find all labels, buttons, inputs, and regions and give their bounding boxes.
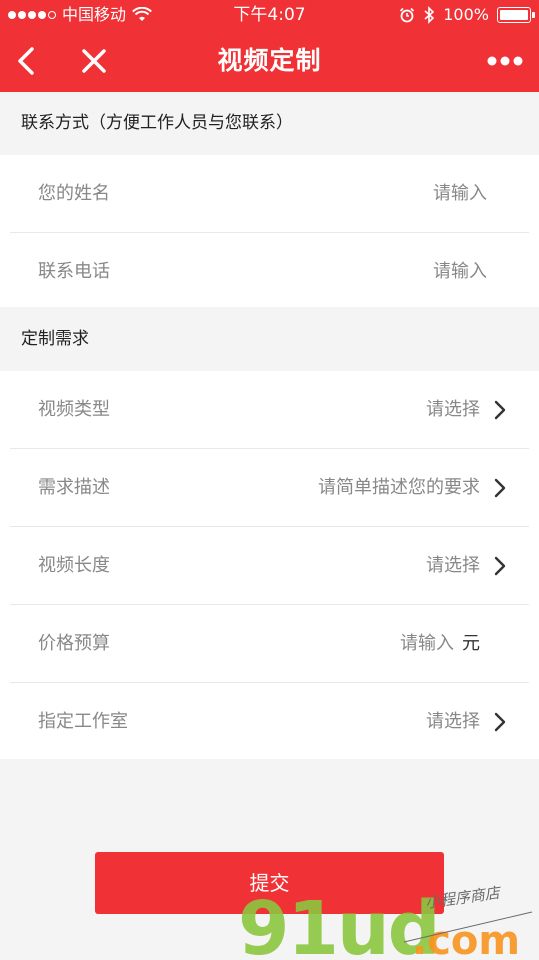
more-icon[interactable] [487,52,523,70]
requirement-description-label: 需求描述 [38,477,110,498]
name-field[interactable]: 您的姓名 请输入 [10,155,529,233]
video-type-select[interactable]: 请选择 [426,371,480,448]
battery-percent: 100% [443,5,489,24]
requirement-description-input[interactable]: 请简单描述您的要求 [318,449,480,526]
studio-field[interactable]: 指定工作室 请选择 [10,683,529,761]
budget-label: 价格预算 [38,633,110,654]
contact-form-group: 您的姓名 请输入 联系电话 请输入 [0,155,539,307]
budget-unit: 元 [462,633,480,654]
phone-input[interactable]: 请输入 [433,233,487,310]
studio-select[interactable]: 请选择 [426,683,480,760]
battery-icon [497,7,535,23]
requirement-section-title: 定制需求 [0,307,539,371]
chevron-right-icon [494,712,506,732]
app-header: 中国移动 下午4:07 100% 视频定制 [0,0,539,92]
page-title: 视频定制 [217,46,322,75]
status-right: 100% [399,0,535,30]
name-label: 您的姓名 [38,183,110,204]
contact-section-title: 联系方式（方便工作人员与您联系） [0,92,539,155]
requirement-description-field[interactable]: 需求描述 请简单描述您的要求 [10,449,529,527]
phone-label: 联系电话 [38,261,110,282]
video-length-field[interactable]: 视频长度 请选择 [10,527,529,605]
svg-text:91ud: 91ud [238,886,439,960]
budget-field[interactable]: 价格预算 请输入 元 [10,605,529,683]
bluetooth-icon [424,6,435,24]
video-type-label: 视频类型 [38,399,110,420]
chevron-right-icon [494,556,506,576]
status-bar: 中国移动 下午4:07 100% [0,0,539,30]
video-length-label: 视频长度 [38,555,110,576]
alarm-icon [400,7,415,23]
watermark-logo: 91ud .com 小程序商店 [238,884,533,960]
navigation-bar: 视频定制 [0,30,539,92]
phone-field[interactable]: 联系电话 请输入 [10,233,529,311]
studio-label: 指定工作室 [38,711,128,732]
budget-input[interactable]: 请输入 [400,605,454,682]
video-type-field[interactable]: 视频类型 请选择 [10,371,529,449]
chevron-right-icon [494,400,506,420]
chevron-right-icon [494,478,506,498]
video-length-select[interactable]: 请选择 [426,527,480,604]
svg-text:.com: .com [412,918,520,960]
requirement-form-group: 视频类型 请选择 需求描述 请简单描述您的要求 视频长度 请选择 价格预算 请输… [0,371,539,759]
name-input[interactable]: 请输入 [433,155,487,232]
